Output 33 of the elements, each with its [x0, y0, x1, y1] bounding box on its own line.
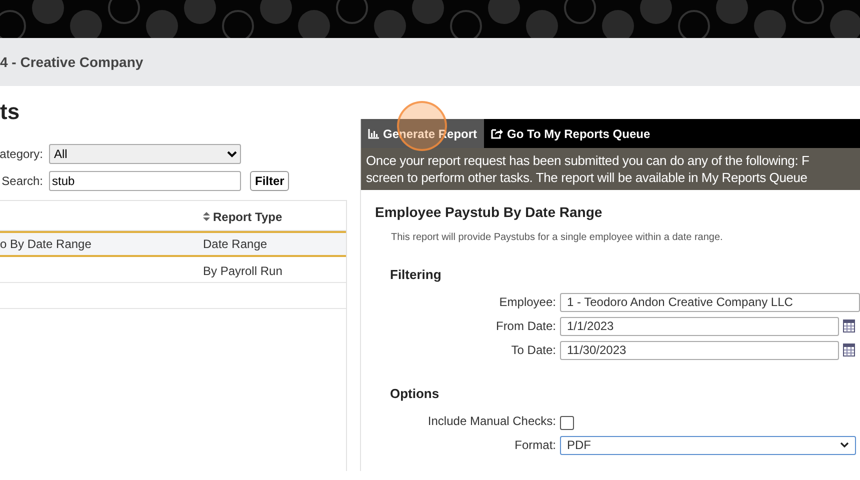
report-title: Employee Paystub By Date Range	[375, 204, 604, 220]
table-row[interactable]: o By Date Range Date Range	[0, 231, 346, 257]
report-description: This report will provide Paystubs for a single employee within a date range.	[391, 232, 724, 243]
category-select[interactable]: All	[49, 144, 241, 164]
section-heading: Options	[390, 386, 440, 401]
page-title: ts	[0, 98, 21, 126]
field-label: ategory:	[0, 146, 43, 160]
date-field[interactable]: 1/1/2023	[560, 316, 839, 336]
field-label: Include Manual Checks:	[426, 414, 556, 428]
field-label: Search:	[0, 174, 43, 188]
checkbox[interactable]	[560, 416, 574, 430]
field-label: From Date:	[494, 319, 556, 333]
notice-text: screen to perform other tasks. The report will be available in My Reports Queue	[366, 169, 808, 186]
notice-text: Once your report request has been submitted you can do any of the following: F	[366, 152, 810, 169]
section-heading: Filtering	[390, 267, 442, 282]
field-label: To Date:	[510, 343, 556, 357]
employee-field[interactable]: 1 - Teodoro Andon Creative Company LLC	[560, 292, 860, 312]
table-cell-text: Date Range	[203, 237, 268, 251]
date-field[interactable]: 11/30/2023	[560, 340, 839, 360]
table-cell-text: By Payroll Run	[203, 264, 284, 278]
bar-chart-icon	[368, 128, 379, 138]
column-header[interactable]: Report Type	[203, 210, 346, 224]
share-icon	[491, 128, 504, 139]
filter-button[interactable]: Filter	[250, 170, 290, 190]
search-field[interactable]: stub	[49, 170, 241, 190]
calendar-icon[interactable]	[843, 319, 855, 333]
company-title: 4 - Creative Company	[0, 54, 144, 70]
field-label: Format:	[514, 438, 556, 452]
table-cell-text: o By Date Range	[0, 237, 92, 251]
field-label: Employee:	[498, 295, 556, 309]
calendar-icon[interactable]	[843, 343, 855, 357]
format-select[interactable]: PDF	[560, 436, 856, 454]
chevron-down-icon	[840, 442, 849, 448]
